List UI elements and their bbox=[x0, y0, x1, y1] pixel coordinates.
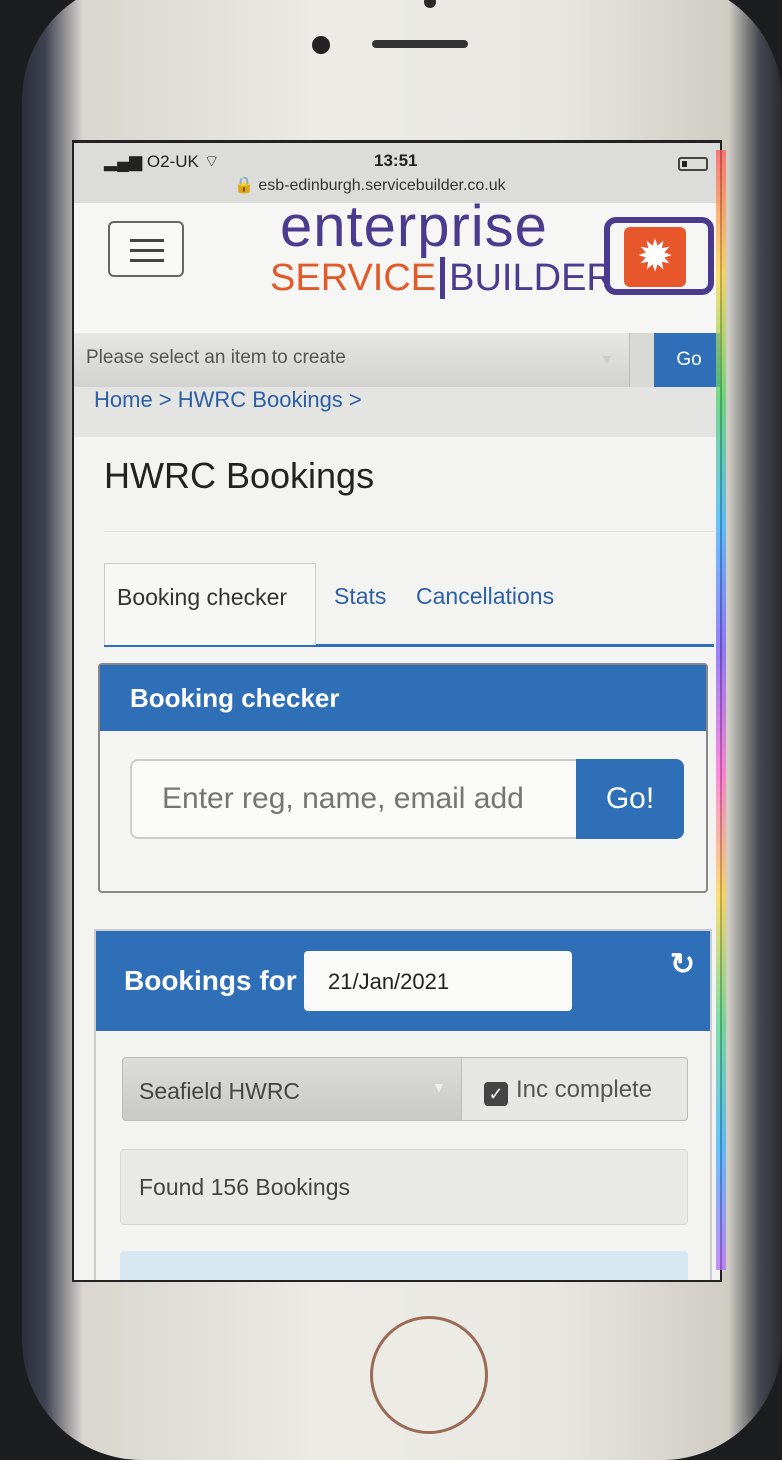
inc-complete-label: Inc complete bbox=[516, 1076, 653, 1103]
tab-bar: Booking checker Stats Cancellations bbox=[104, 563, 714, 647]
screen-artifact bbox=[716, 150, 726, 1270]
logo-enterprise-text: enterprise bbox=[280, 194, 548, 259]
booking-checker-panel: Booking checker Go! bbox=[98, 663, 708, 893]
date-field[interactable]: 21/Jan/2021 bbox=[304, 951, 572, 1011]
site-header: enterprise SERVICE BUILDER ✹ bbox=[74, 194, 720, 333]
divider bbox=[104, 531, 714, 532]
site-select[interactable]: Seafield HWRC bbox=[122, 1057, 462, 1121]
front-camera bbox=[312, 36, 330, 54]
carrier-label: ▂▄▆ O2-UK ⌔ bbox=[104, 152, 220, 171]
battery-icon bbox=[678, 157, 708, 171]
create-item-bar: Please select an item to create ▼ Go bbox=[74, 333, 720, 387]
hamburger-icon bbox=[130, 239, 164, 242]
logo-mark: ✹ bbox=[604, 217, 714, 295]
booking-checker-heading: Booking checker bbox=[100, 665, 706, 731]
checkbox-checked-icon[interactable]: ✓ bbox=[484, 1082, 508, 1106]
create-item-select[interactable]: Please select an item to create bbox=[74, 333, 630, 387]
refresh-icon[interactable]: ↻ bbox=[670, 947, 695, 982]
search-input[interactable] bbox=[130, 759, 578, 839]
phone-screen: ▂▄▆ O2-UK ⌔ 13:51 🔒 esb-edinburgh.servic… bbox=[72, 140, 722, 1282]
tab-booking-checker[interactable]: Booking checker bbox=[104, 563, 316, 645]
sun-icon: ✹ bbox=[624, 227, 686, 287]
bookings-panel: Bookings for 21/Jan/2021 ↻ Seafield HWRC… bbox=[94, 929, 712, 1280]
bookings-for-label: Bookings for bbox=[124, 965, 297, 996]
earpiece-speaker bbox=[372, 40, 468, 48]
search-go-button[interactable]: Go! bbox=[576, 759, 684, 839]
chevron-down-icon: ▼ bbox=[432, 1079, 446, 1095]
url-text: esb-edinburgh.servicebuilder.co.uk bbox=[258, 177, 506, 194]
status-time: 13:51 bbox=[374, 151, 418, 170]
front-sensor bbox=[424, 0, 436, 8]
inc-complete-toggle[interactable]: ✓ Inc complete bbox=[462, 1057, 688, 1121]
address-bar[interactable]: 🔒 esb-edinburgh.servicebuilder.co.uk bbox=[234, 175, 506, 195]
search-group: Go! bbox=[130, 759, 684, 839]
logo-service-text: SERVICE bbox=[270, 257, 437, 299]
tab-stats[interactable]: Stats bbox=[322, 563, 398, 630]
found-count: Found 156 Bookings bbox=[120, 1149, 688, 1225]
list-item bbox=[120, 1251, 688, 1280]
logo-subtitle: SERVICE BUILDER bbox=[270, 257, 614, 300]
bookings-panel-header: Bookings for 21/Jan/2021 ↻ bbox=[96, 931, 710, 1031]
site-filter-row: Seafield HWRC ▼ ✓ Inc complete bbox=[122, 1057, 688, 1121]
breadcrumb[interactable]: Home > HWRC Bookings > bbox=[74, 387, 720, 437]
logo-builder-text: BUILDER bbox=[440, 257, 614, 299]
page-title: HWRC Bookings bbox=[104, 455, 375, 496]
chevron-down-icon: ▼ bbox=[600, 351, 614, 367]
tab-cancellations[interactable]: Cancellations bbox=[404, 563, 566, 630]
menu-button[interactable] bbox=[108, 221, 184, 277]
create-go-button[interactable]: Go bbox=[654, 333, 720, 387]
home-button[interactable] bbox=[370, 1316, 488, 1434]
